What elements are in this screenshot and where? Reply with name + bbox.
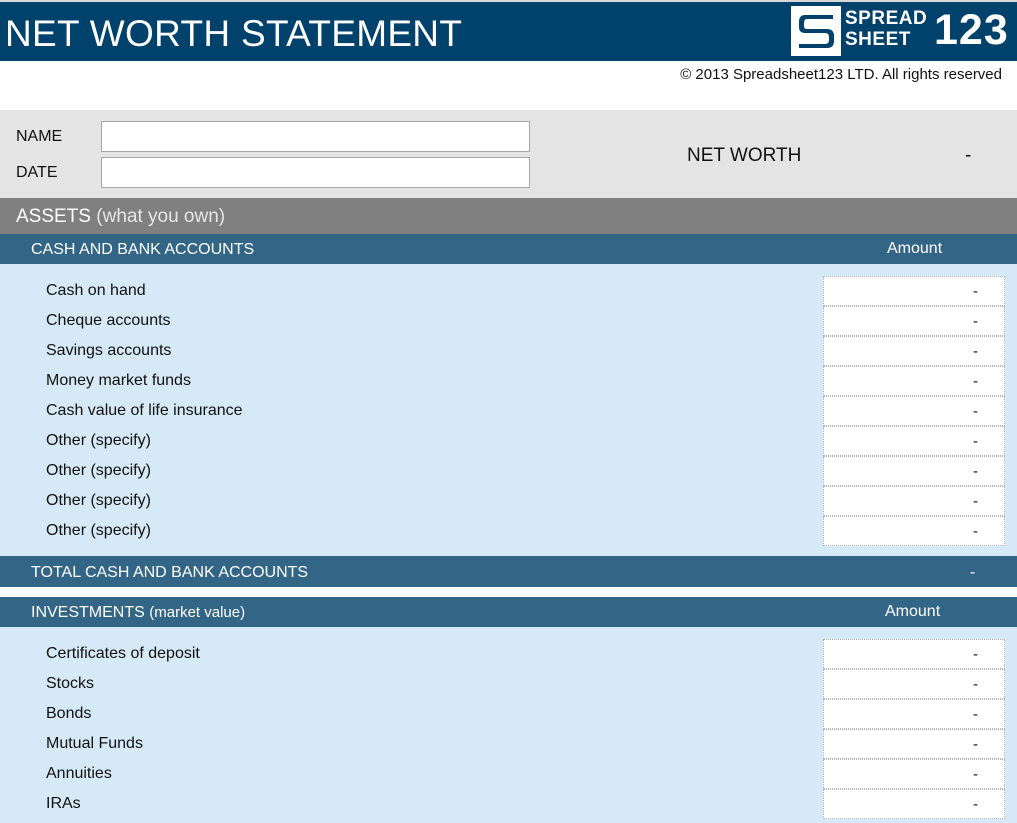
amount-value: - — [973, 433, 978, 450]
amount-value: - — [973, 523, 978, 540]
info-band: NAME DATE NET WORTH - — [0, 110, 1017, 198]
table-row: Other (specify) - — [0, 516, 1017, 546]
spreadsheet123-logo: SPREAD SHEET 123 — [791, 5, 1015, 57]
amount-value: - — [973, 646, 978, 663]
amount-value: - — [973, 373, 978, 390]
amount-cell[interactable]: - — [823, 276, 1005, 306]
amount-value: - — [973, 463, 978, 480]
cash-total-row: TOTAL CASH AND BANK ACCOUNTS - — [0, 556, 1017, 587]
amount-cell[interactable]: - — [823, 336, 1005, 366]
page-title: NET WORTH STATEMENT — [5, 13, 463, 54]
amount-value: - — [973, 343, 978, 360]
name-label: NAME — [16, 128, 63, 145]
table-row: Bonds - — [0, 699, 1017, 729]
investments-section-title: INVESTMENTS (market value) — [31, 604, 245, 622]
table-row: Annuities - — [0, 759, 1017, 789]
s-logo-icon — [791, 6, 841, 56]
amount-cell[interactable]: - — [823, 789, 1005, 819]
title-header: NET WORTH STATEMENT SPREAD SHEET 123 — [0, 0, 1017, 61]
investments-amount-header: Amount — [885, 603, 941, 620]
investments-title: INVESTMENTS — [31, 604, 145, 621]
name-input[interactable] — [101, 121, 530, 152]
row-label: Stocks — [46, 675, 95, 692]
amount-value: - — [973, 766, 978, 783]
cash-total-label: TOTAL CASH AND BANK ACCOUNTS — [31, 564, 309, 581]
cash-section-body: Cash on hand - Cheque accounts - Savings… — [0, 264, 1017, 556]
row-label: Cash on hand — [46, 282, 146, 299]
amount-cell[interactable]: - — [823, 486, 1005, 516]
assets-section-header: ASSETS (what you own) — [0, 198, 1017, 234]
table-row: Stocks - — [0, 669, 1017, 699]
date-label: DATE — [16, 164, 58, 181]
amount-cell[interactable]: - — [823, 426, 1005, 456]
row-label: Other (specify) — [46, 522, 151, 539]
net-worth-label: NET WORTH — [687, 145, 802, 166]
table-row: IRAs - — [0, 789, 1017, 819]
amount-value: - — [973, 283, 978, 300]
date-input[interactable] — [101, 157, 530, 188]
assets-title: ASSETS (what you own) — [16, 206, 225, 228]
table-row: Money market funds - — [0, 366, 1017, 396]
amount-cell[interactable]: - — [823, 729, 1005, 759]
row-label: Other (specify) — [46, 492, 151, 509]
investments-section-header: INVESTMENTS (market value) Amount — [0, 597, 1017, 627]
assets-label: ASSETS — [16, 206, 91, 227]
amount-cell[interactable]: - — [823, 669, 1005, 699]
cash-section-header: CASH AND BANK ACCOUNTS Amount — [0, 234, 1017, 264]
row-label: Cheque accounts — [46, 312, 171, 329]
net-worth-value: - — [965, 145, 972, 166]
row-label: IRAs — [46, 795, 81, 812]
assets-subtitle: (what you own) — [96, 206, 226, 227]
table-row: Cash on hand - — [0, 276, 1017, 306]
row-label: Savings accounts — [46, 342, 172, 359]
amount-value: - — [973, 796, 978, 813]
table-row: Savings accounts - — [0, 336, 1017, 366]
row-label: Money market funds — [46, 372, 191, 389]
table-row: Other (specify) - — [0, 426, 1017, 456]
row-label: Annuities — [46, 765, 112, 782]
table-row: Cheque accounts - — [0, 306, 1017, 336]
investments-section-body: Certificates of deposit - Stocks - Bonds… — [0, 627, 1017, 823]
cash-total-value: - — [970, 564, 976, 581]
logo-number: 123 — [934, 6, 1009, 54]
amount-cell[interactable]: - — [823, 699, 1005, 729]
amount-cell[interactable]: - — [823, 759, 1005, 789]
table-row: Cash value of life insurance - — [0, 396, 1017, 426]
amount-cell[interactable]: - — [823, 396, 1005, 426]
copyright-notice: © 2013 Spreadsheet123 LTD. All rights re… — [680, 66, 1002, 83]
amount-value: - — [973, 313, 978, 330]
table-row: Certificates of deposit - — [0, 639, 1017, 669]
row-label: Certificates of deposit — [46, 645, 200, 662]
investments-subtitle: (market value) — [149, 604, 246, 621]
row-label: Mutual Funds — [46, 735, 143, 752]
amount-value: - — [973, 736, 978, 753]
amount-value: - — [973, 493, 978, 510]
amount-value: - — [973, 403, 978, 420]
table-row: Other (specify) - — [0, 456, 1017, 486]
cash-amount-header: Amount — [887, 240, 943, 257]
amount-cell[interactable]: - — [823, 456, 1005, 486]
logo-word-spread: SPREAD — [845, 8, 928, 29]
logo-word-sheet: SHEET — [845, 29, 911, 50]
amount-cell[interactable]: - — [823, 639, 1005, 669]
amount-cell[interactable]: - — [823, 306, 1005, 336]
row-label: Other (specify) — [46, 462, 151, 479]
amount-cell[interactable]: - — [823, 366, 1005, 396]
table-row: Other (specify) - — [0, 486, 1017, 516]
amount-value: - — [973, 676, 978, 693]
cash-section-title: CASH AND BANK ACCOUNTS — [31, 241, 255, 258]
row-label: Other (specify) — [46, 432, 151, 449]
row-label: Bonds — [46, 705, 92, 722]
amount-value: - — [973, 706, 978, 723]
table-row: Mutual Funds - — [0, 729, 1017, 759]
amount-cell[interactable]: - — [823, 516, 1005, 546]
row-label: Cash value of life insurance — [46, 402, 243, 419]
